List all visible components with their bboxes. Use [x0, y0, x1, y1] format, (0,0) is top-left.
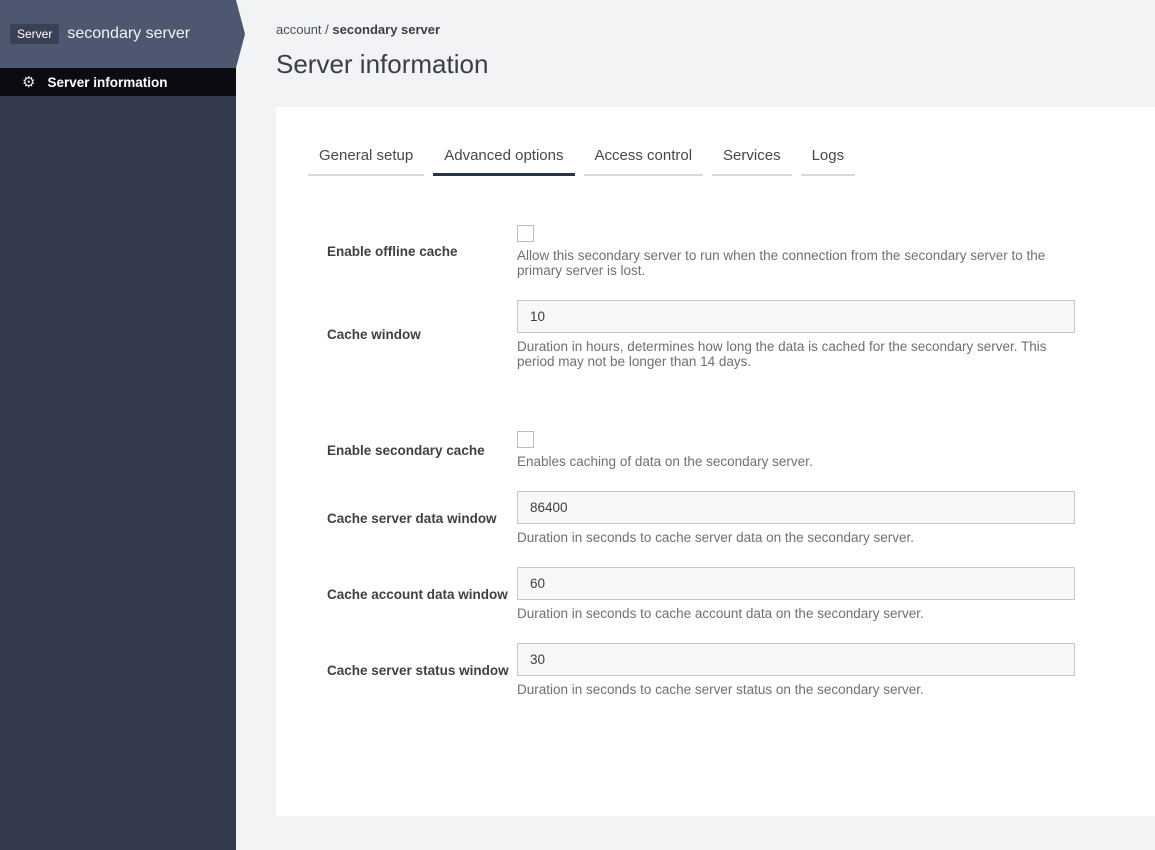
- field-description: Duration in seconds to cache server stat…: [517, 682, 924, 697]
- cache-account-data-window-input[interactable]: [517, 567, 1075, 600]
- field-label: Cache account data window: [327, 586, 508, 602]
- sidebar-item-label: Server information: [47, 74, 168, 90]
- server-name: secondary server: [67, 25, 191, 42]
- breadcrumb-separator: /: [321, 22, 333, 37]
- server-type-badge: Server: [10, 24, 60, 44]
- sidebar: Server secondary server ⚙ Server informa…: [0, 0, 245, 850]
- sidebar-item-server-information[interactable]: ⚙ Server information: [0, 68, 236, 96]
- form-row: Cache server status window Duration in s…: [308, 643, 1155, 697]
- page-title: Server information: [276, 49, 489, 79]
- breadcrumb-current: secondary server: [332, 22, 441, 37]
- field-description: Duration in hours, determines how long t…: [517, 339, 1047, 369]
- field-label: Enable secondary cache: [327, 442, 485, 458]
- cache-window-input[interactable]: [517, 300, 1075, 333]
- main-content: account / secondary server Server inform…: [236, 0, 1155, 850]
- breadcrumb: account / secondary server: [276, 22, 1155, 37]
- tab-advanced-options[interactable]: Advanced options: [433, 147, 575, 176]
- tab-access-control[interactable]: Access control: [583, 147, 704, 176]
- form-row: Cache account data window Duration in se…: [308, 567, 1155, 621]
- cache-server-data-window-input[interactable]: [517, 491, 1075, 524]
- cache-server-status-window-input[interactable]: [517, 643, 1075, 676]
- form-row: Cache server data window Duration in sec…: [308, 491, 1155, 545]
- form-row: Cache window Duration in hours, determin…: [308, 300, 1155, 369]
- enable-offline-cache-checkbox[interactable]: [517, 225, 534, 242]
- gear-icon: ⚙: [22, 73, 36, 91]
- tab-bar: General setup Advanced options Access co…: [308, 147, 1155, 176]
- enable-secondary-cache-checkbox[interactable]: [517, 431, 534, 448]
- field-description: Enables caching of data on the secondary…: [517, 454, 813, 469]
- field-description: Duration in seconds to cache server data…: [517, 530, 914, 545]
- settings-card: General setup Advanced options Access co…: [276, 107, 1155, 816]
- field-label: Cache window: [327, 327, 421, 342]
- tab-logs[interactable]: Logs: [800, 147, 856, 176]
- field-label: Cache server status window: [327, 662, 509, 678]
- field-description: Duration in seconds to cache account dat…: [517, 606, 924, 621]
- field-label: Cache server data window: [327, 510, 497, 526]
- tab-services[interactable]: Services: [712, 147, 792, 176]
- sidebar-header: Server secondary server: [0, 0, 245, 68]
- advanced-options-form: Enable offline cache Allow this secondar…: [308, 225, 1155, 697]
- breadcrumb-account-link[interactable]: account: [276, 22, 322, 37]
- tab-general-setup[interactable]: General setup: [308, 147, 425, 176]
- field-label: Enable offline cache: [327, 244, 458, 259]
- field-description: Allow this secondary server to run when …: [517, 248, 1046, 278]
- form-row: Enable secondary cache Enables caching o…: [308, 431, 1155, 469]
- form-row: Enable offline cache Allow this secondar…: [308, 225, 1155, 278]
